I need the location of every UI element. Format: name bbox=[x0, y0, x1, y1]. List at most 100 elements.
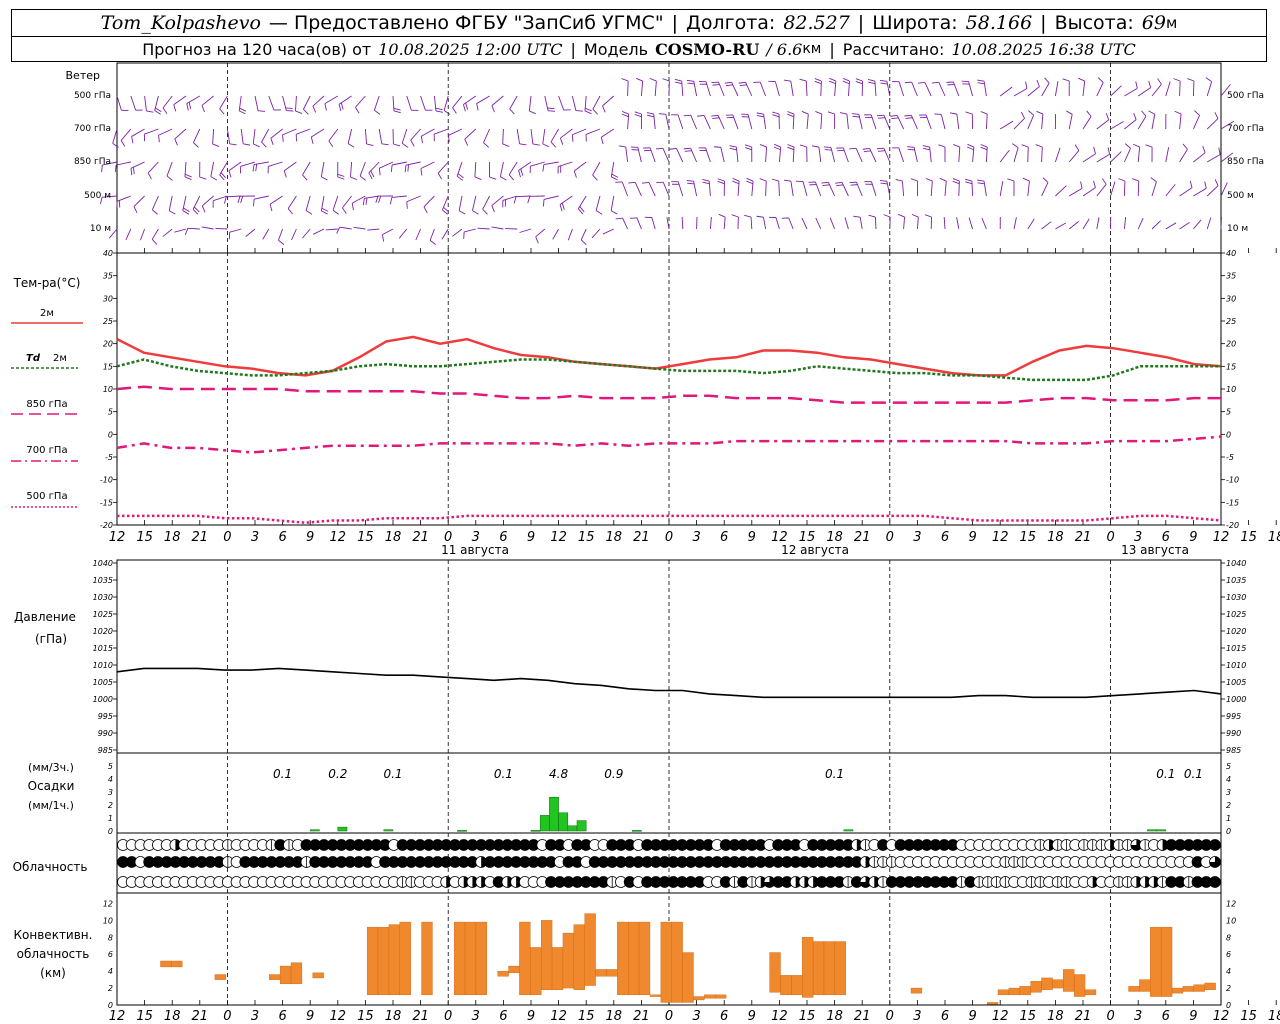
y-tick-label: 985 bbox=[98, 746, 113, 755]
wind-barb-feather bbox=[463, 104, 466, 112]
wind-barb-feather bbox=[229, 143, 237, 146]
wind-barb-feather bbox=[1093, 146, 1096, 154]
wind-barb bbox=[1193, 219, 1202, 230]
wind-barb-shaft bbox=[1082, 187, 1096, 197]
convective-bar bbox=[399, 921, 411, 996]
date-label: 12 августа bbox=[781, 543, 849, 557]
y-tick-label: 3 bbox=[108, 788, 113, 797]
wind-barb-feather bbox=[905, 117, 913, 119]
precip-3h-label: 4.8 bbox=[549, 767, 568, 781]
wind-barb bbox=[1150, 177, 1157, 197]
wind-barb-shaft bbox=[240, 161, 256, 167]
wind-barb bbox=[542, 161, 559, 172]
wind-barb-shaft bbox=[560, 128, 573, 139]
wind-barb-shaft bbox=[483, 128, 491, 143]
wind-barb-feather bbox=[880, 182, 888, 185]
wind-barb-feather bbox=[738, 81, 746, 84]
hour-tick-label: 15 bbox=[1240, 530, 1257, 545]
wind-barb bbox=[447, 128, 463, 143]
wind-barb bbox=[378, 161, 394, 176]
precip-3h-label: 0.1 bbox=[825, 767, 844, 781]
wind-barb-shaft bbox=[491, 226, 504, 230]
wind-barb-feather bbox=[687, 82, 695, 85]
wind-barb bbox=[1123, 143, 1131, 163]
precip-3h-label: 0.1 bbox=[383, 767, 402, 781]
wind-barb bbox=[125, 228, 132, 241]
y-tick-label: 6 bbox=[108, 950, 113, 959]
wind-barb-feather bbox=[458, 210, 466, 215]
y-tick-label: 2 bbox=[108, 801, 113, 810]
wind-barb bbox=[732, 177, 740, 197]
wind-barb bbox=[615, 181, 629, 197]
wind-barb bbox=[116, 95, 129, 111]
wind-barb-feather bbox=[410, 140, 415, 147]
y-tick-label: 0 bbox=[108, 430, 113, 439]
wind-barb-shaft bbox=[1165, 147, 1170, 163]
wind-level-label: 500 гПа bbox=[74, 91, 111, 101]
wind-barb bbox=[910, 178, 919, 197]
wind-barb bbox=[162, 228, 173, 237]
wind-barb-feather bbox=[1148, 80, 1152, 88]
wind-barb bbox=[753, 81, 767, 97]
wind-barb-shaft bbox=[1179, 187, 1193, 197]
wind-barb-shaft bbox=[1041, 82, 1050, 97]
convective-bar bbox=[551, 947, 564, 990]
cloud-symbol bbox=[1209, 856, 1221, 868]
wind-barb-shaft bbox=[373, 95, 380, 111]
wind-barb-shaft bbox=[151, 228, 159, 240]
wind-barb-feather bbox=[406, 201, 408, 209]
wind-barb bbox=[904, 114, 918, 130]
wind-barb-feather bbox=[687, 182, 695, 185]
wind-barb-shaft bbox=[499, 161, 504, 177]
wind-barb-shaft bbox=[391, 195, 407, 198]
convective-bar bbox=[1204, 982, 1216, 990]
wind-barb-shaft bbox=[938, 82, 946, 97]
wind-barb bbox=[968, 217, 974, 230]
wind-barb bbox=[404, 161, 421, 173]
convective-bar bbox=[1160, 926, 1173, 997]
wind-barb-feather bbox=[253, 143, 260, 148]
wind-barb bbox=[1220, 216, 1222, 230]
wind-barb bbox=[717, 178, 725, 197]
meteogram: 1212151518182121003366991212151518182121… bbox=[11, 62, 1280, 1024]
wind-barb-shaft bbox=[602, 95, 615, 107]
wind-barb-feather bbox=[152, 209, 158, 215]
wind-barb bbox=[1151, 78, 1162, 97]
wind-barb-feather bbox=[647, 114, 655, 118]
wind-barb-feather bbox=[772, 111, 780, 115]
wind-barb bbox=[210, 161, 218, 181]
wind-barb bbox=[530, 128, 540, 146]
wind-barb bbox=[629, 217, 642, 230]
wind-barb bbox=[392, 95, 401, 114]
convective-bar bbox=[617, 921, 629, 996]
wind-barb bbox=[683, 114, 698, 130]
wind-barb bbox=[681, 216, 684, 230]
y-tick-label: 5 bbox=[1226, 762, 1231, 771]
wind-barb-shaft bbox=[1068, 187, 1083, 197]
wind-barb-shaft bbox=[1027, 218, 1035, 230]
convective-bar bbox=[508, 965, 520, 974]
wind-barb-feather bbox=[772, 114, 780, 118]
wind-barb bbox=[559, 195, 573, 212]
y-tick-label: 25 bbox=[103, 317, 113, 326]
wind-barb-shaft bbox=[943, 216, 946, 230]
wind-barb bbox=[518, 161, 532, 178]
wind-barb bbox=[621, 110, 630, 130]
wind-barb bbox=[1041, 77, 1050, 97]
hour-tick-label: 0 bbox=[444, 1009, 452, 1024]
convective-bar bbox=[1019, 986, 1031, 996]
wind-barb-feather bbox=[465, 102, 469, 110]
wind-barb-shaft bbox=[420, 95, 426, 111]
wind-barb-shaft bbox=[173, 95, 187, 106]
wind-barb bbox=[671, 114, 684, 130]
wind-barb bbox=[890, 114, 905, 130]
wind-barb-shaft bbox=[1027, 181, 1030, 197]
wind-barb bbox=[557, 161, 573, 174]
wind-barb-shaft bbox=[482, 195, 490, 210]
wind-barb-shaft bbox=[571, 95, 577, 111]
wind-barb bbox=[120, 128, 132, 147]
wind-barb bbox=[718, 213, 726, 230]
wind-barb-feather bbox=[1132, 178, 1139, 182]
wind-barb bbox=[943, 216, 946, 230]
wind-barb-feather bbox=[977, 182, 985, 185]
